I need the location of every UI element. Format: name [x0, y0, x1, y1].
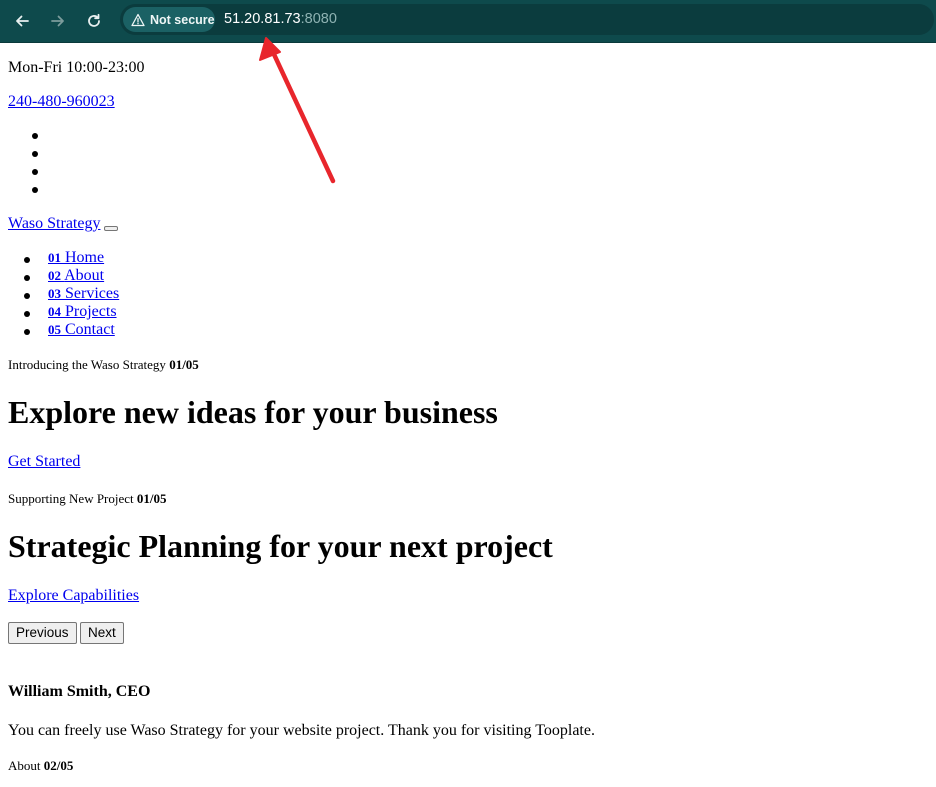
about-section-label: About 02/05	[8, 758, 73, 774]
warning-triangle-icon	[131, 13, 145, 26]
navbar-toggler-button[interactable]	[104, 226, 118, 231]
slide-title: Strategic Planning for your next project	[8, 528, 553, 564]
about-paragraph: You can freely use Waso Strategy for you…	[8, 722, 595, 739]
slide-index: 01/05	[136, 491, 167, 506]
menu-item-label: Projects	[65, 303, 117, 320]
menu-item-contact[interactable]: 05 Contact	[24, 321, 115, 339]
browser-toolbar: Not secure 51.20.81.73:8080	[0, 0, 936, 43]
security-label: Not secure	[150, 12, 215, 27]
menu-item-services[interactable]: 03 Services	[23, 285, 120, 303]
carousel-previous-button[interactable]: Previous	[8, 622, 77, 644]
slide-kicker-text: Supporting New Project	[8, 491, 134, 506]
url-port: :8080	[300, 11, 337, 27]
reload-icon	[88, 13, 100, 27]
slide-kicker-text: Introducing the Waso Strategy	[8, 357, 166, 372]
arrow-left-icon	[16, 15, 29, 27]
social-list-item[interactable]	[32, 133, 38, 139]
slide-kicker: Supporting New Project 01/05	[8, 491, 167, 507]
url-host: 51.20.81.73	[224, 11, 301, 27]
slide-index: 01/05	[169, 357, 199, 372]
menu-item-projects[interactable]: 04 Projects	[24, 303, 117, 321]
menu-item-label: Services	[65, 285, 120, 302]
author-name: William Smith, CEO	[8, 683, 151, 700]
menu-item-label: About	[64, 267, 105, 284]
menu-item-label: Contact	[65, 321, 115, 338]
menu-item-number: 01	[48, 250, 61, 265]
about-section-index: 02/05	[43, 758, 74, 773]
menu-item-home[interactable]: 01 Home	[23, 249, 105, 267]
opening-hours: Mon-Fri 10:00-23:00	[8, 59, 145, 76]
social-list-item[interactable]	[32, 187, 38, 193]
back-button[interactable]	[9, 8, 35, 34]
menu-item-number: 04	[48, 304, 61, 319]
get-started-link[interactable]: Get Started	[8, 453, 80, 471]
phone-link[interactable]: 240-480-960023	[8, 93, 115, 111]
carousel-next-button[interactable]: Next	[80, 622, 124, 644]
about-section-text: About	[8, 758, 41, 773]
slide-kicker: Introducing the Waso Strategy 01/05	[8, 357, 199, 373]
social-list-item[interactable]	[32, 151, 38, 157]
menu-item-number: 05	[48, 322, 61, 337]
arrow-right-icon	[51, 15, 64, 27]
explore-capabilities-link[interactable]: Explore Capabilities	[8, 587, 139, 605]
menu-item-label: Home	[65, 249, 105, 266]
social-list-item[interactable]	[32, 169, 38, 175]
menu-item-about[interactable]: 02 About	[23, 267, 105, 285]
brand-link[interactable]: Waso Strategy	[8, 215, 100, 233]
menu-item-number: 02	[48, 268, 61, 283]
menu-item-number: 03	[48, 286, 61, 301]
forward-button[interactable]	[45, 8, 71, 34]
url-text[interactable]: 51.20.81.73:8080	[224, 11, 337, 27]
address-bar[interactable]: Not secure 51.20.81.73:8080	[120, 4, 934, 35]
slide-title: Explore new ideas for your business	[8, 394, 498, 430]
site-info-chip[interactable]: Not secure	[123, 7, 215, 32]
reload-button[interactable]	[81, 8, 107, 34]
